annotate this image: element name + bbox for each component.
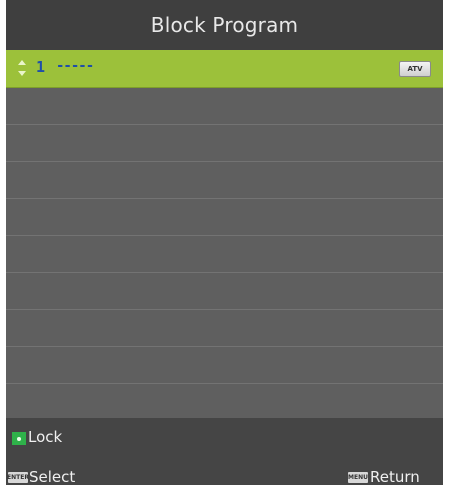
green-key-icon[interactable]	[12, 432, 26, 445]
empty-row	[6, 273, 443, 310]
screen: Block Program 1 ----- ATV Lock ENTER Sel…	[0, 0, 451, 486]
page-title: Block Program	[150, 13, 299, 37]
enter-key-icon[interactable]: ENTER	[7, 472, 29, 483]
lock-label: Lock	[28, 428, 63, 446]
empty-row	[6, 162, 443, 199]
empty-row	[6, 125, 443, 162]
empty-row	[6, 310, 443, 347]
return-label: Return	[370, 468, 420, 486]
up-down-arrows-icon	[18, 60, 26, 76]
title-bar: Block Program	[6, 0, 443, 50]
block-program-menu: Block Program 1 ----- ATV Lock ENTER Sel…	[6, 0, 443, 486]
menu-key-icon[interactable]: MENU	[348, 472, 368, 483]
program-row[interactable]: 1 ----- ATV	[6, 50, 443, 88]
empty-row	[6, 236, 443, 273]
program-list: 1 ----- ATV	[6, 50, 443, 384]
select-label: Select	[29, 468, 76, 486]
footer-help-bar: Lock ENTER Select MENU Return	[6, 418, 443, 486]
program-type-badge: ATV	[399, 61, 431, 77]
empty-row	[6, 88, 443, 125]
empty-row	[6, 347, 443, 384]
empty-row	[6, 199, 443, 236]
program-number: 1	[36, 58, 46, 76]
key-dot	[17, 436, 21, 441]
program-name: -----	[56, 58, 94, 74]
